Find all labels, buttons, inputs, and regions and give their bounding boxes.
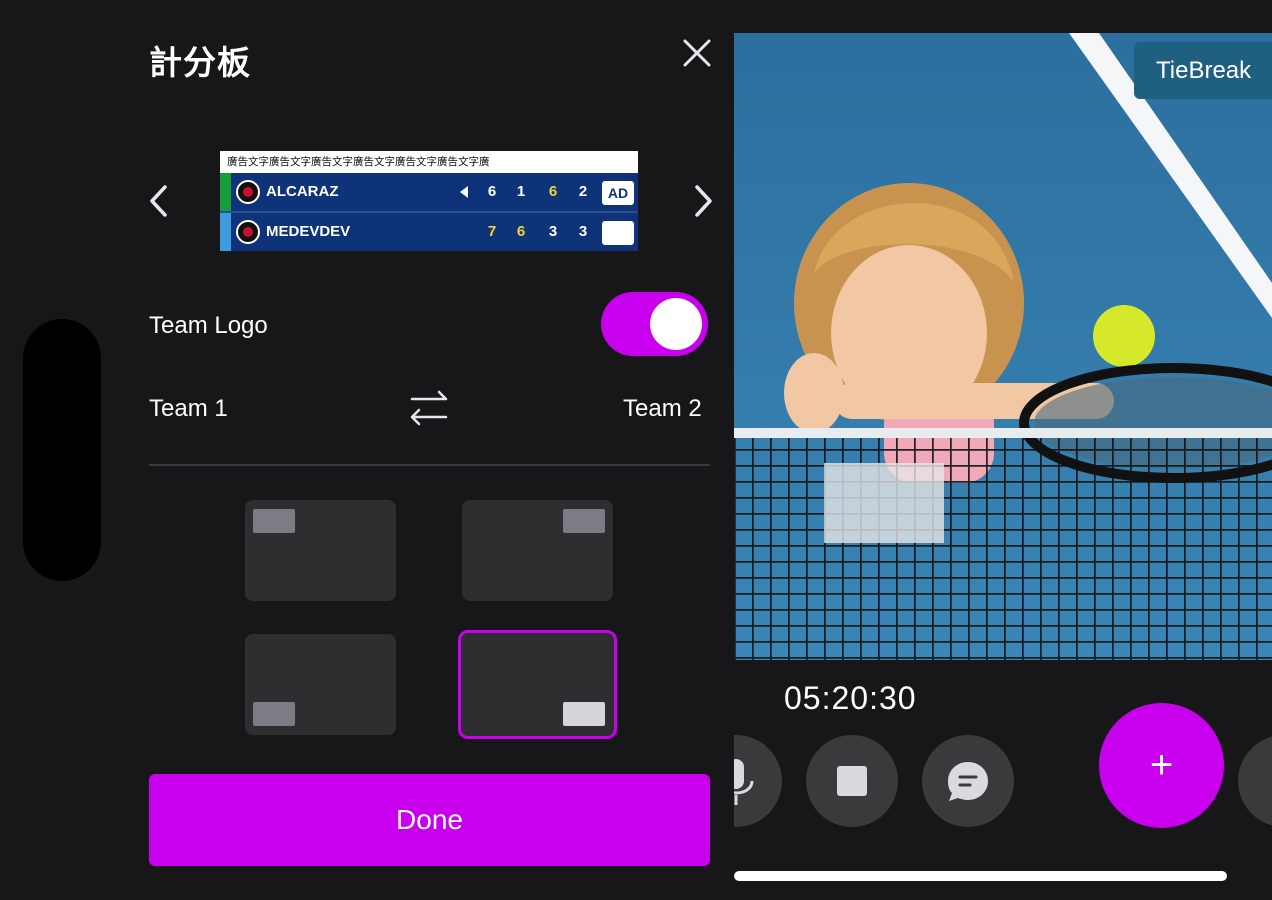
swap-teams-button[interactable] [406,386,452,432]
toggle-knob [650,298,702,350]
team1-color-strip [220,173,231,211]
team1-set1-score: 6 [487,183,497,200]
team1-set3-score: 6 [548,183,558,200]
team1-point-badge: AD [602,181,634,205]
microphone-icon [734,759,754,805]
team2-point-badge [602,221,634,245]
chevron-right-icon [695,185,712,217]
team2-set4-score: 3 [578,223,588,240]
position-top-left[interactable] [245,500,396,601]
tiebreak-button[interactable]: TieBreak [1134,42,1272,99]
panel-title: 計分板 [149,44,251,81]
chat-button[interactable] [922,735,1014,827]
position-marker [253,509,295,533]
team2-label: Team 2 [623,395,702,422]
team1-set2-score: 1 [516,183,526,200]
more-button[interactable] [1238,735,1272,827]
scoreboard-row-team2: MEDEVDEV 7 6 3 3 [220,213,638,251]
swap-arrows-icon [410,390,448,426]
team2-set3-score: 3 [548,223,558,240]
team2-name: MEDEVDEV [266,223,351,240]
stop-button[interactable] [806,735,898,827]
position-marker [563,702,605,726]
scoreboard-row-team1: ALCARAZ 6 1 6 2 AD [220,173,638,211]
team2-logo-icon [236,220,260,244]
recording-timer: 05:20:30 [784,680,917,716]
close-button[interactable] [676,36,718,72]
team2-set2-score: 6 [516,223,526,240]
team1-name: ALCARAZ [266,183,339,200]
position-top-right[interactable] [462,500,613,601]
close-icon [683,39,711,67]
position-bottom-right-selected[interactable] [458,630,617,739]
add-button[interactable]: + [1099,703,1224,828]
stop-icon [837,766,867,796]
position-marker [253,702,295,726]
team1-logo-icon [236,180,260,204]
serve-indicator-icon [460,186,468,198]
team-logo-toggle[interactable] [601,292,708,356]
next-style-button[interactable] [684,180,720,222]
scoreboard-preview: 廣告文字廣告文字廣告文字廣告文字廣告文字廣告文字廣 ALCARAZ 6 1 6 … [220,151,638,251]
team-logo-label: Team Logo [149,312,268,339]
team1-set4-score: 2 [578,183,588,200]
position-marker [563,509,605,533]
video-preview [734,33,1272,660]
chat-bubble-icon [948,762,988,801]
team2-set1-score: 7 [487,223,497,240]
team2-color-strip [220,213,231,251]
team1-label: Team 1 [149,395,228,422]
done-button[interactable]: Done [149,774,710,866]
mic-button-clip [734,730,814,830]
home-indicator [734,871,1227,881]
ad-banner: 廣告文字廣告文字廣告文字廣告文字廣告文字廣告文字廣 [220,151,638,173]
side-handle [23,319,101,581]
microphone-button[interactable] [734,735,782,827]
previous-style-button[interactable] [142,180,178,222]
chevron-left-icon [150,185,167,217]
position-bottom-left[interactable] [245,634,396,735]
tennis-scene-image [734,33,1272,660]
section-divider [149,464,710,466]
